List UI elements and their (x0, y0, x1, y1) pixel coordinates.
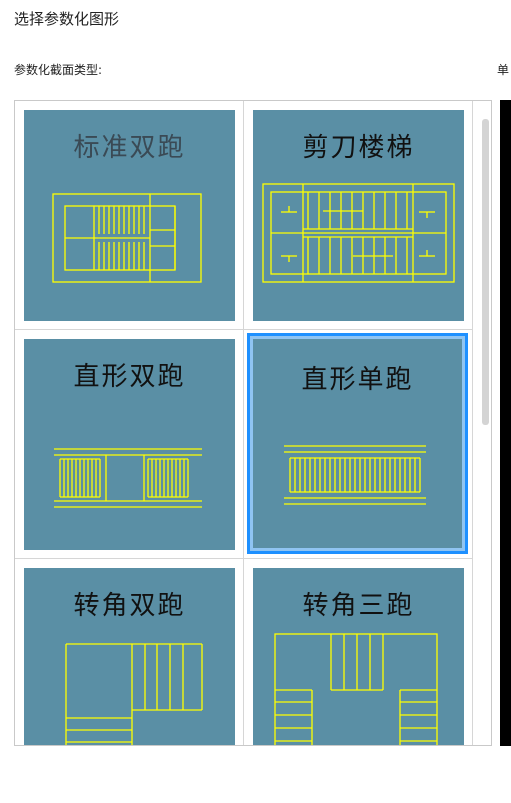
corner-double-run-stair-icon (65, 643, 203, 745)
preview-panel (500, 100, 511, 746)
dialog-title: 选择参数化图形 (14, 10, 120, 28)
thumb-standard-double-run: 标准双跑 (24, 110, 235, 321)
thumb-corner-triple-run: 转角三跑 (253, 568, 464, 745)
thumb-straight-single-run: 直形单跑 (247, 333, 468, 554)
straight-single-run-stair-icon (284, 445, 426, 505)
right-panel-label: 单 (497, 63, 510, 77)
gallery-item-corner-double-run[interactable]: 转角双跑 (15, 559, 244, 745)
standard-double-run-stair-icon (52, 193, 202, 283)
thumb-scissor-stair: 剪刀楼梯 (253, 110, 464, 321)
gallery-item-standard-double-run[interactable]: 标准双跑 (15, 101, 244, 330)
section-type-gallery[interactable]: 标准双跑 剪刀楼梯 直形双跑 直形单跑 转角双跑 转角三跑 (14, 100, 492, 746)
thumb-straight-double-run: 直形双跑 (24, 339, 235, 550)
straight-double-run-stair-icon (54, 448, 202, 508)
gallery-item-scissor-stair[interactable]: 剪刀楼梯 (244, 101, 473, 330)
gallery-item-straight-double-run[interactable]: 直形双跑 (15, 330, 244, 559)
corner-triple-run-stair-icon (274, 633, 438, 745)
gallery-scrollbar[interactable] (482, 119, 489, 425)
thumb-corner-double-run: 转角双跑 (24, 568, 235, 745)
scissor-stair-icon (262, 183, 455, 283)
gallery-item-corner-triple-run[interactable]: 转角三跑 (244, 559, 473, 745)
gallery-item-straight-single-run[interactable]: 直形单跑 (244, 330, 473, 559)
section-label: 参数化截面类型: (14, 63, 103, 77)
